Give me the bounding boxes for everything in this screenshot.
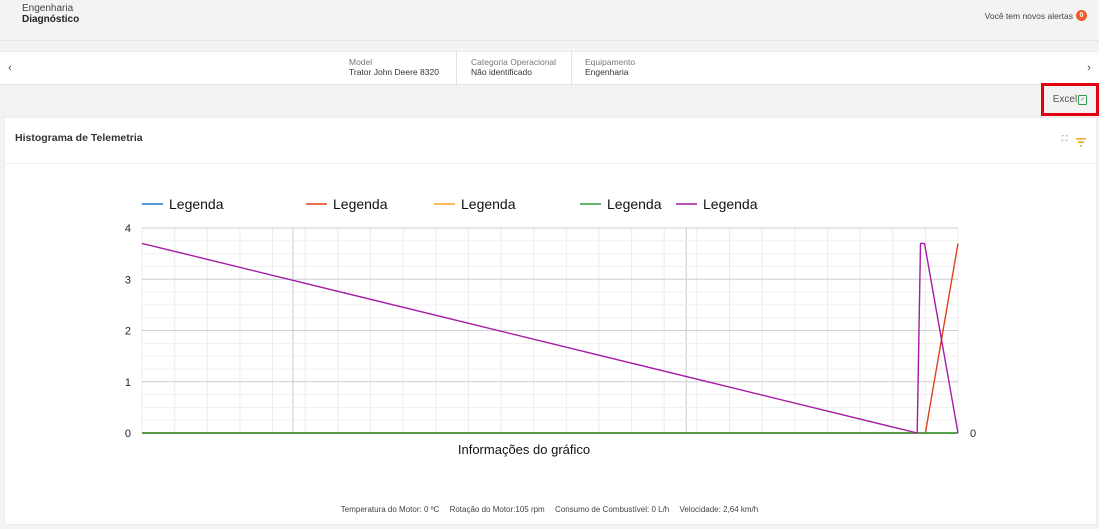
y-tick-label: 3 <box>125 274 131 286</box>
speed-stat: Velocidade: 2,64 km/h <box>679 505 759 514</box>
x-axis-label: Informações do gráfico <box>458 442 590 457</box>
chart-grid <box>141 227 959 434</box>
fuel-consumption-stat: Consumo de Combustível: 0 L/h <box>554 505 670 514</box>
series-line <box>142 243 959 434</box>
right-axis-label: 0 <box>970 428 976 440</box>
legend-label: Legenda <box>703 196 758 212</box>
legend-label: Legenda <box>333 196 388 212</box>
y-tick-label: 1 <box>125 377 131 389</box>
telemetry-footer-stats: Temperatura do Motor: 0 ºC Rotação do Mo… <box>0 505 1099 514</box>
telemetry-line-chart: Legenda Legenda Legenda Legenda Legenda 0 1 2 3… <box>125 196 976 457</box>
series-line <box>141 242 959 434</box>
legend-label: Legenda <box>607 196 662 212</box>
chart-series <box>141 242 959 434</box>
chart-legend: Legenda Legenda Legenda Legenda Legenda <box>142 196 758 212</box>
engine-temperature-stat: Temperatura do Motor: 0 ºC <box>340 505 440 514</box>
engine-rpm-stat: Rotação do Motor:105 rpm <box>449 505 545 514</box>
y-tick-label: 4 <box>125 223 131 235</box>
y-tick-label: 2 <box>125 326 131 338</box>
legend-label: Legenda <box>461 196 516 212</box>
y-tick-label: 0 <box>125 428 131 440</box>
legend-label: Legenda <box>169 196 224 212</box>
